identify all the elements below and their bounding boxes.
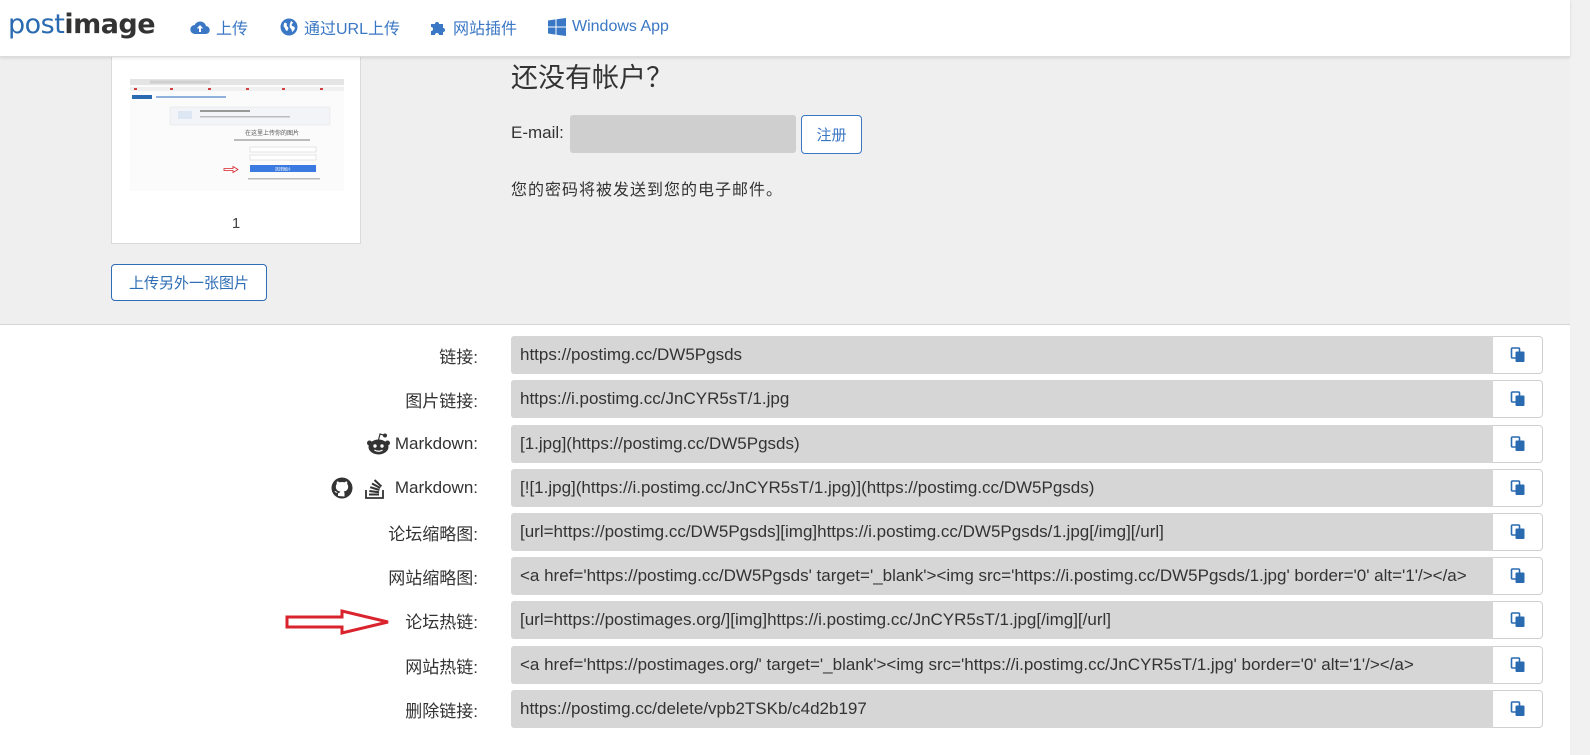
markdown-reddit-field[interactable]: [1.jpg](https://postimg.cc/DW5Pgsds) (511, 425, 1493, 463)
top-navbar: postimage 上传 通过URL上传 网站插件 Windows App (0, 0, 1570, 57)
image-link-label-text: 图片链接: (405, 391, 478, 411)
markdown-github-field[interactable]: [![1.jpg](https://i.postimg.cc/JnCYR5sT/… (511, 469, 1493, 507)
thumbnail-button-text: 选择图片 (275, 166, 291, 172)
postimage-logo[interactable]: postimage (8, 9, 156, 40)
uploaded-image-card[interactable]: 在这里上传你的图片 选择图片 1 (111, 57, 361, 244)
puzzle-icon (431, 22, 445, 35)
windows-icon (548, 18, 566, 36)
copy-delete-link-button[interactable] (1493, 690, 1543, 728)
delete-link-field[interactable]: https://postimg.cc/delete/vpb2TSKb/c4d2b… (511, 690, 1493, 728)
image-link-field[interactable]: https://i.postimg.cc/JnCYR5sT/1.jpg (511, 380, 1493, 418)
website-hotlink-field[interactable]: <a href='https://postimages.org/' target… (511, 646, 1493, 684)
copy-icon (1510, 701, 1524, 716)
website-thumbnail-row-label: 网站缩略图: (388, 557, 478, 595)
forum-hotlink-field[interactable]: [url=https://postimages.org/][img]https:… (511, 601, 1493, 639)
copy-markdown-github-button[interactable] (1493, 469, 1543, 507)
copy-icon (1510, 480, 1524, 495)
copy-icon (1510, 436, 1524, 451)
nav-website-plugins[interactable]: 网站插件 (429, 16, 517, 38)
copy-icon (1510, 524, 1524, 539)
link-row-label: 链接: (439, 336, 478, 374)
copy-icon (1510, 568, 1524, 583)
website-thumbnail-field[interactable]: <a href='https://postimg.cc/DW5Pgsds' ta… (511, 557, 1493, 595)
forum-thumbnail-field[interactable]: [url=https://postimg.cc/DW5Pgsds][img]ht… (511, 513, 1493, 551)
website-hotlink-row-label: 网站热链: (405, 646, 478, 684)
nav-upload-by-url-label: 通过URL上传 (304, 21, 401, 38)
uploaded-image-thumbnail[interactable]: 在这里上传你的图片 选择图片 (130, 79, 344, 191)
markdown-reddit-label-text: Markdown: (394, 434, 478, 453)
page-scrollbar[interactable] (1570, 0, 1590, 755)
copy-website-hotlink-button[interactable] (1493, 646, 1543, 684)
github-icon (331, 477, 353, 499)
logo-part-image: image (64, 9, 156, 40)
nav-windows-app[interactable]: Windows App (548, 16, 669, 38)
copy-icon (1510, 657, 1524, 672)
website-hotlink-label-text: 网站热链: (405, 657, 478, 677)
thumbnail-heading-text: 在这里上传你的图片 (245, 129, 299, 137)
copy-markdown-reddit-button[interactable] (1493, 425, 1543, 463)
copy-link-button[interactable] (1493, 336, 1543, 374)
link-field[interactable]: https://postimg.cc/DW5Pgsds (511, 336, 1493, 374)
image-link-row-label: 图片链接: (405, 380, 478, 418)
link-label-text: 链接: (439, 347, 478, 367)
nav-upload[interactable]: 上传 (190, 16, 248, 38)
nav-upload-by-url[interactable]: 通过URL上传 (280, 16, 400, 38)
email-input[interactable] (570, 115, 796, 153)
copy-icon (1510, 612, 1524, 627)
logo-part-post: post (8, 9, 65, 40)
copy-website-thumbnail-button[interactable] (1493, 557, 1543, 595)
nav-windows-app-label: Windows App (572, 18, 669, 35)
copy-forum-hotlink-button[interactable] (1493, 601, 1543, 639)
delete-link-row-label: 删除链接: (405, 690, 478, 728)
globe-icon (280, 18, 298, 36)
password-note: 您的密码将被发送到您的电子邮件。 (511, 182, 784, 199)
forum-hotlink-label-text: 论坛热链: (405, 612, 478, 632)
reddit-icon (366, 433, 390, 455)
markdown-reddit-row-label: Markdown: (366, 425, 478, 463)
nav-upload-label: 上传 (216, 21, 249, 38)
copy-icon (1510, 347, 1524, 362)
delete-link-label-text: 删除链接: (405, 701, 478, 721)
register-button[interactable]: 注册 (801, 115, 862, 154)
copy-forum-thumbnail-button[interactable] (1493, 513, 1543, 551)
forum-thumbnail-label-text: 论坛缩略图: (388, 524, 478, 544)
no-account-title: 还没有帐户？ (511, 63, 673, 93)
stackoverflow-icon (364, 479, 384, 499)
image-caption: 1 (231, 215, 241, 232)
screenshot-thumbnail-graphic: 在这里上传你的图片 选择图片 (130, 79, 344, 191)
email-label: E-mail: (511, 123, 564, 142)
website-thumbnail-label-text: 网站缩略图: (388, 568, 478, 588)
copy-image-link-button[interactable] (1493, 380, 1543, 418)
forum-hotlink-row-label: 论坛热链: (405, 601, 478, 639)
nav-website-plugins-label: 网站插件 (453, 21, 518, 38)
copy-icon (1510, 391, 1524, 406)
markdown-github-label-text: Markdown: (394, 478, 478, 497)
forum-thumbnail-row-label: 论坛缩略图: (388, 513, 478, 551)
cloud-upload-icon (190, 21, 210, 35)
markdown-github-row-label: Markdown: (331, 469, 478, 507)
upload-another-image-button[interactable]: 上传另外一张图片 (111, 264, 267, 301)
annotation-arrow-icon (285, 609, 389, 635)
